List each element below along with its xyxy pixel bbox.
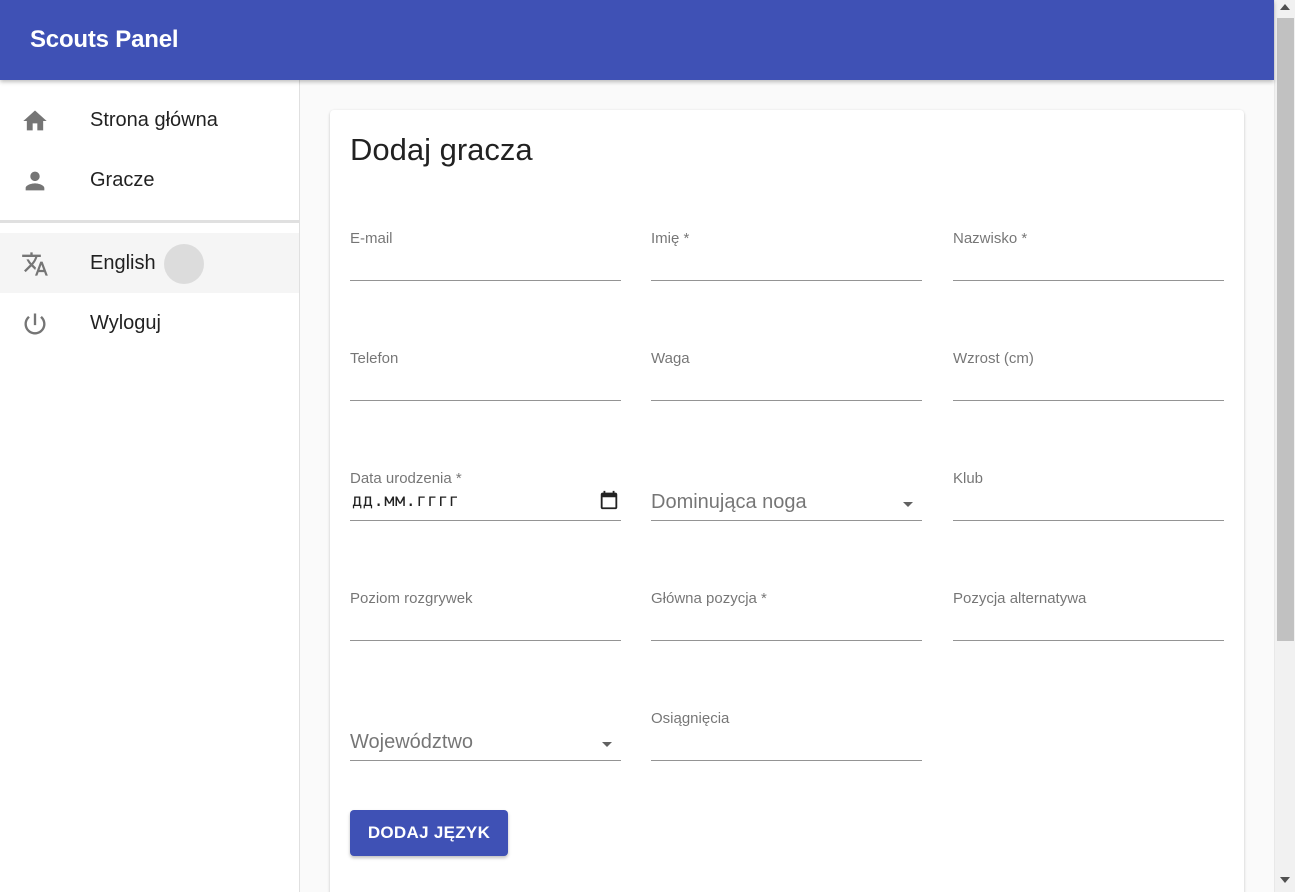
- field-label: Nazwisko *: [953, 230, 1028, 247]
- field-underline: [350, 520, 621, 521]
- home-icon: [21, 107, 49, 135]
- alt-position-field: Pozycja alternatywa: [953, 590, 1224, 660]
- achievements-field: Osiągnięcia: [651, 710, 922, 780]
- league-level-input[interactable]: [350, 614, 621, 640]
- first-name-field: Imię *: [651, 230, 922, 300]
- field-label: Pozycja alternatywa: [953, 590, 1087, 607]
- field-underline: [350, 400, 621, 401]
- select-placeholder: Województwo: [350, 731, 474, 753]
- field-label: Waga: [651, 350, 690, 367]
- weight-input[interactable]: [651, 374, 922, 400]
- email-input[interactable]: [350, 254, 621, 280]
- alt-position-input[interactable]: [953, 614, 1224, 640]
- app-bar: Scouts Panel: [0, 0, 1274, 80]
- page-title: Dodaj gracza: [350, 132, 533, 167]
- caret-down-icon: [595, 732, 619, 756]
- field-label: Klub: [953, 470, 984, 487]
- field-label: E-mail: [350, 230, 393, 247]
- person-icon: [21, 167, 49, 195]
- field-underline: [651, 760, 922, 761]
- birth-date-field[interactable]: Data urodzenia * дд.мм.гггг: [350, 470, 621, 540]
- field-label: Osiągnięcia: [651, 710, 730, 727]
- birth-date-input[interactable]: дд.мм.гггг: [352, 491, 459, 511]
- sidebar-item-logout[interactable]: Wyloguj: [0, 293, 299, 353]
- main-position-input[interactable]: [651, 614, 922, 640]
- phone-field: Telefon: [350, 350, 621, 420]
- field-underline: [350, 280, 621, 281]
- scrollbar[interactable]: [1274, 0, 1295, 892]
- app-title: Scouts Panel: [30, 26, 179, 53]
- field-underline: [651, 400, 922, 401]
- add-player-card: Dodaj gracza E-mail Imię * Nazwisko * Te…: [330, 110, 1244, 892]
- sidebar-item-label: Gracze: [90, 169, 155, 191]
- field-label: Wzrost (cm): [953, 350, 1034, 367]
- field-underline: [651, 280, 922, 281]
- weight-field: Waga: [651, 350, 922, 420]
- scroll-up-arrow-icon[interactable]: [1280, 4, 1290, 10]
- sidebar: Strona główna Gracze English Wyloguj: [0, 80, 300, 892]
- height-field: Wzrost (cm): [953, 350, 1224, 420]
- select-placeholder: Dominująca noga: [651, 491, 807, 513]
- main-position-field: Główna pozycja *: [651, 590, 922, 660]
- sidebar-item-language[interactable]: English: [0, 233, 299, 293]
- field-label: Główna pozycja *: [651, 590, 767, 607]
- field-label: Poziom rozgrywek: [350, 590, 473, 607]
- field-label: Imię *: [651, 230, 690, 247]
- field-underline: [953, 520, 1224, 521]
- sidebar-item-players[interactable]: Gracze: [0, 150, 299, 210]
- power-icon: [21, 310, 49, 338]
- field-underline: [651, 520, 922, 521]
- last-name-input[interactable]: [953, 254, 1224, 280]
- caret-down-icon: [896, 492, 920, 516]
- add-language-button[interactable]: DODAJ JĘZYK: [350, 810, 508, 856]
- phone-input[interactable]: [350, 374, 621, 400]
- sidebar-item-label: Strona główna: [90, 109, 218, 131]
- sidebar-divider: [0, 220, 299, 223]
- scroll-down-arrow-icon[interactable]: [1280, 877, 1290, 883]
- club-field: Klub: [953, 470, 1224, 540]
- last-name-field: Nazwisko *: [953, 230, 1224, 300]
- field-label: Data urodzenia *: [350, 470, 462, 487]
- field-underline: [953, 640, 1224, 641]
- voivodeship-select[interactable]: Województwo: [350, 710, 621, 780]
- field-label: Telefon: [350, 350, 399, 367]
- translate-icon: [21, 250, 49, 278]
- field-underline: [350, 640, 621, 641]
- calendar-icon[interactable]: [598, 489, 620, 511]
- email-field: E-mail: [350, 230, 621, 300]
- ripple-effect: [164, 244, 204, 284]
- dominant-foot-select[interactable]: Dominująca noga: [651, 470, 922, 540]
- sidebar-item-label: Wyloguj: [90, 312, 161, 334]
- height-input[interactable]: [953, 374, 1224, 400]
- achievements-input[interactable]: [651, 734, 922, 760]
- sidebar-item-home[interactable]: Strona główna: [0, 90, 299, 150]
- field-underline: [350, 760, 621, 761]
- sidebar-item-label: English: [90, 252, 156, 274]
- field-underline: [651, 640, 922, 641]
- scrollbar-thumb[interactable]: [1277, 18, 1294, 641]
- field-underline: [953, 400, 1224, 401]
- field-underline: [953, 280, 1224, 281]
- league-level-field: Poziom rozgrywek: [350, 590, 621, 660]
- club-input[interactable]: [953, 494, 1224, 520]
- first-name-input[interactable]: [651, 254, 922, 280]
